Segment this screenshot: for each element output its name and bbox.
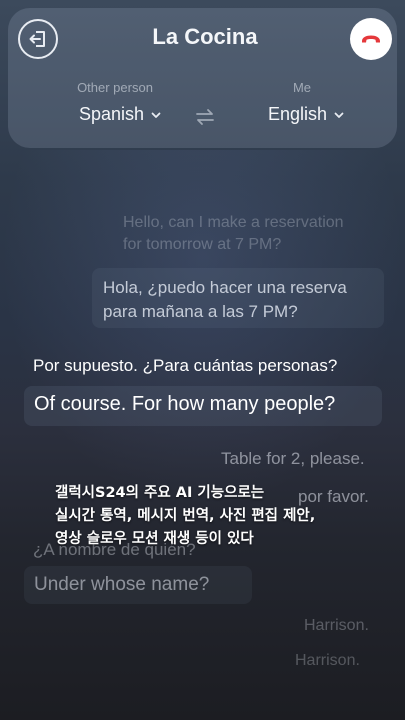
caption-line: 갤럭시S24의 주요 AI 기능으로는 <box>55 485 265 501</box>
exit-button[interactable] <box>18 19 58 59</box>
my-language-select[interactable]: English <box>268 104 345 125</box>
message-line: Hola, ¿puedo hacer una reserva <box>103 278 347 297</box>
message-english-received: Of course. For how many people? <box>34 393 336 415</box>
other-language-select[interactable]: Spanish <box>79 104 162 125</box>
caption-line: 실시간 통역, 메시지 번역, 사진 편집 제안, <box>55 508 316 524</box>
page-title: La Cocina <box>152 24 258 49</box>
message-english-sent: Hello, can I make a reservation for tomo… <box>123 212 344 256</box>
my-language-value: English <box>268 104 328 124</box>
other-language-value: Spanish <box>79 104 145 124</box>
message-spanish-received: Por supuesto. ¿Para cuántas personas? <box>33 356 338 375</box>
other-person-label: Other person <box>77 80 153 95</box>
swap-languages-button[interactable] <box>194 106 216 128</box>
caption-line: 영상 슬로우 모션 재생 등이 있다 <box>55 531 254 547</box>
exit-icon <box>29 31 45 47</box>
message-line: for tomorrow at 7 PM? <box>123 236 282 253</box>
message-english-sent: Table for 2, please. <box>221 449 365 468</box>
me-label: Me <box>292 80 312 95</box>
message-spanish-sent: Hola, ¿puedo hacer una reserva para maña… <box>103 276 347 324</box>
message-line: Hello, can I make a reservation <box>123 214 344 231</box>
news-caption: 갤럭시S24의 주요 AI 기능으로는 실시간 통역, 메시지 번역, 사진 편… <box>55 482 375 551</box>
end-call-icon <box>362 35 380 43</box>
message-english-received: Under whose name? <box>34 574 210 595</box>
end-call-button[interactable] <box>350 18 392 60</box>
message-english-sent: Harrison. <box>304 617 369 634</box>
message-line: para mañana a las 7 PM? <box>103 302 298 321</box>
swap-icon <box>196 109 214 125</box>
chevron-down-icon <box>151 112 161 118</box>
message-spanish-sent: Harrison. <box>295 652 360 669</box>
chevron-down-icon <box>334 112 344 118</box>
